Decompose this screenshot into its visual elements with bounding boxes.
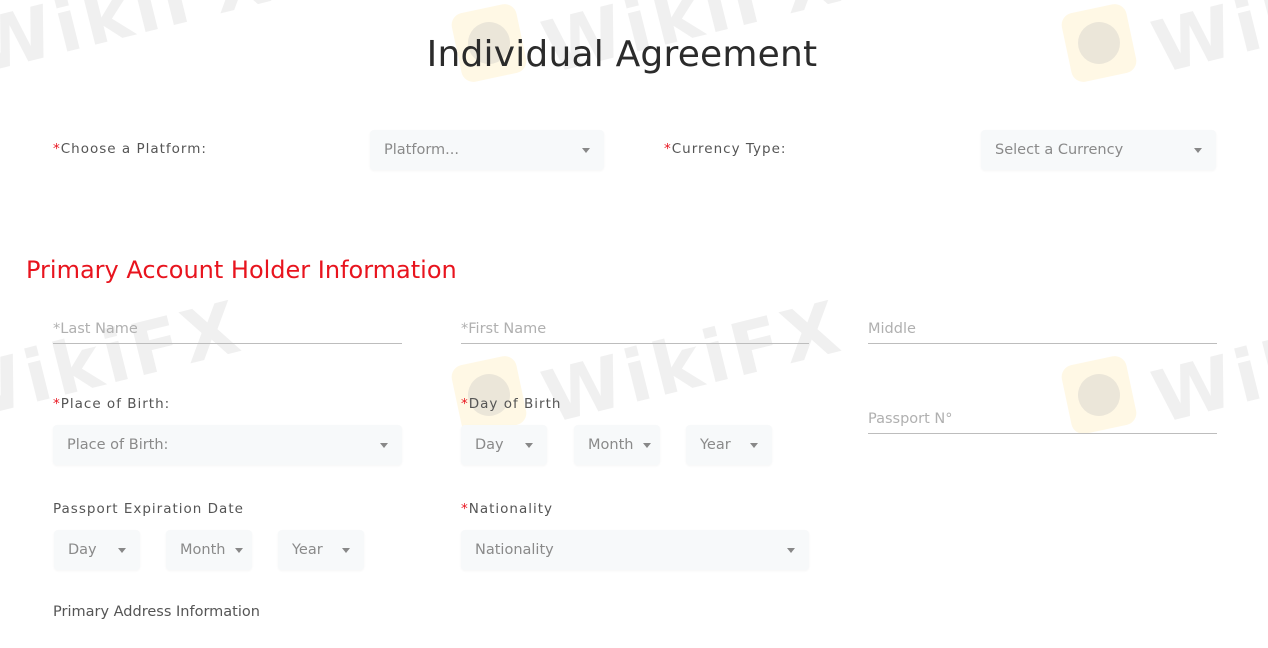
nationality-select[interactable]: Nationality [461, 530, 809, 570]
primary-account-holder-heading: Primary Account Holder Information [26, 256, 457, 284]
chevron-down-icon [380, 442, 388, 448]
passport-expiration-month-select[interactable]: Month [166, 530, 252, 570]
primary-address-heading: Primary Address Information [53, 604, 260, 620]
required-mark: * [461, 501, 469, 517]
currency-label: *Currency Type: [664, 141, 786, 157]
day-of-birth-label-text: Day of Birth [468, 396, 562, 412]
birth-day-select[interactable]: Day [461, 425, 547, 465]
place-of-birth-label-text: Place of Birth: [60, 396, 171, 412]
nationality-select-value: Nationality [475, 542, 554, 558]
passport-expiration-day-select[interactable]: Day [54, 530, 140, 570]
passport-expiration-year-value: Year [292, 542, 323, 558]
nationality-label: *Nationality [461, 501, 553, 517]
currency-label-text: Currency Type: [671, 141, 787, 157]
chevron-down-icon [118, 547, 126, 553]
day-of-birth-label: *Day of Birth [461, 396, 561, 412]
chevron-down-icon [787, 547, 795, 553]
chevron-down-icon [643, 442, 652, 448]
birth-month-select-value: Month [588, 437, 634, 453]
watermark-text: WikiFX [0, 284, 251, 440]
chevron-down-icon [235, 547, 244, 553]
platform-label: *Choose a Platform: [53, 141, 207, 157]
required-mark: * [461, 396, 469, 412]
place-of-birth-select[interactable]: Place of Birth: [53, 425, 402, 465]
birth-day-select-value: Day [475, 437, 504, 453]
passport-expiration-day-value: Day [68, 542, 97, 558]
nationality-label-text: Nationality [468, 501, 554, 517]
required-mark: * [53, 141, 61, 157]
passport-expiration-month-value: Month [180, 542, 226, 558]
watermark-text: WikiFX [534, 284, 851, 440]
passport-expiration-year-select[interactable]: Year [278, 530, 364, 570]
page-title: Individual Agreement [426, 34, 818, 75]
platform-select[interactable]: Platform... [370, 130, 604, 170]
last-name-input[interactable] [53, 314, 402, 344]
required-mark: * [664, 141, 672, 157]
chevron-down-icon [525, 442, 533, 448]
place-of-birth-label: *Place of Birth: [53, 396, 170, 412]
birth-month-select[interactable]: Month [574, 425, 660, 465]
chevron-down-icon [342, 547, 350, 553]
watermark-logo-icon [449, 353, 529, 437]
currency-select[interactable]: Select a Currency [981, 130, 1216, 170]
chevron-down-icon [1194, 147, 1202, 153]
birth-year-select[interactable]: Year [686, 425, 772, 465]
platform-select-value: Platform... [384, 142, 459, 158]
passport-number-input[interactable] [868, 404, 1217, 434]
currency-select-value: Select a Currency [995, 142, 1124, 158]
platform-label-text: Choose a Platform: [60, 141, 207, 157]
chevron-down-icon [582, 147, 590, 153]
birth-year-select-value: Year [700, 437, 731, 453]
first-name-input[interactable] [461, 314, 809, 344]
required-mark: * [53, 396, 61, 412]
middle-name-input[interactable] [868, 314, 1217, 344]
chevron-down-icon [750, 442, 758, 448]
place-of-birth-select-value: Place of Birth: [67, 437, 169, 453]
passport-expiration-label: Passport Expiration Date [53, 501, 244, 517]
